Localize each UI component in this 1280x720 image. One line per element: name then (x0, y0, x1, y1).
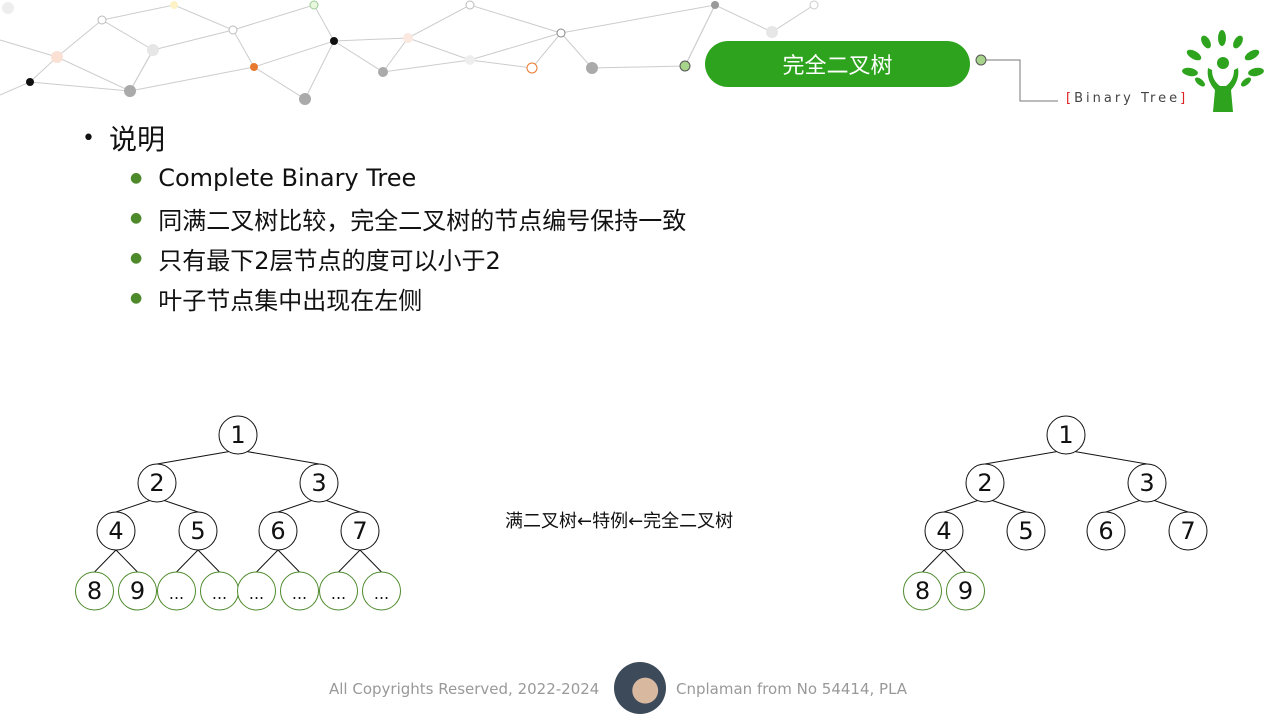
left-tree-node-label: 3 (311, 469, 326, 497)
tree-edge (197, 549, 220, 573)
author: Cnplaman from No 54414, PLA (676, 680, 908, 698)
left-tree-node-label: 1 (230, 421, 245, 449)
tree-edge (277, 549, 300, 573)
right-tree-node-label: 7 (1180, 517, 1195, 545)
tree-edge (359, 549, 382, 573)
right-tree-node-label: 2 (977, 469, 992, 497)
left-tree-node-label: 8 (87, 577, 102, 605)
right-tree-node-label: 1 (1058, 421, 1073, 449)
left-tree-node-label: ... (331, 584, 346, 603)
left-tree-node-label: 5 (190, 517, 205, 545)
tree-edge (176, 549, 199, 573)
tree-edge (1065, 449, 1148, 465)
copyright: All Copyrights Reserved, 2022-2024 (329, 680, 600, 698)
tree-edge (943, 549, 966, 573)
tree-edge (256, 549, 279, 573)
right-tree-node-label: 8 (915, 577, 930, 605)
left-tree-node-label: ... (169, 584, 184, 603)
right-tree-node-label: 4 (936, 517, 951, 545)
tree-edge (237, 449, 320, 465)
left-tree-node-label: 4 (108, 517, 123, 545)
diagram-caption: 满二叉树←特例←完全二叉树 (505, 511, 734, 532)
tree-edge (338, 549, 361, 573)
left-tree-node-label: ... (374, 584, 389, 603)
tree-edge (922, 549, 945, 573)
author-avatar (614, 662, 666, 714)
left-tree-node-label: ... (292, 584, 307, 603)
left-tree-node-label: 9 (130, 577, 145, 605)
right-tree-node-label: 3 (1139, 469, 1154, 497)
tree-edge (94, 549, 117, 573)
left-tree-node-label: 6 (270, 517, 285, 545)
right-tree-node-label: 6 (1098, 517, 1113, 545)
tree-edge (984, 449, 1067, 465)
left-tree-node-label: ... (249, 584, 264, 603)
right-tree-node-label: 5 (1018, 517, 1033, 545)
left-tree-node-label: ... (212, 584, 227, 603)
left-tree-node-label: 7 (352, 517, 367, 545)
tree-edge (156, 449, 239, 465)
right-tree-node-label: 9 (958, 577, 973, 605)
tree-edge (115, 549, 138, 573)
left-tree-node-label: 2 (149, 469, 164, 497)
tree-diagrams: 12 34 5 6 78 9............... ...12 34 5 6 78 9 (75, 415, 1208, 611)
